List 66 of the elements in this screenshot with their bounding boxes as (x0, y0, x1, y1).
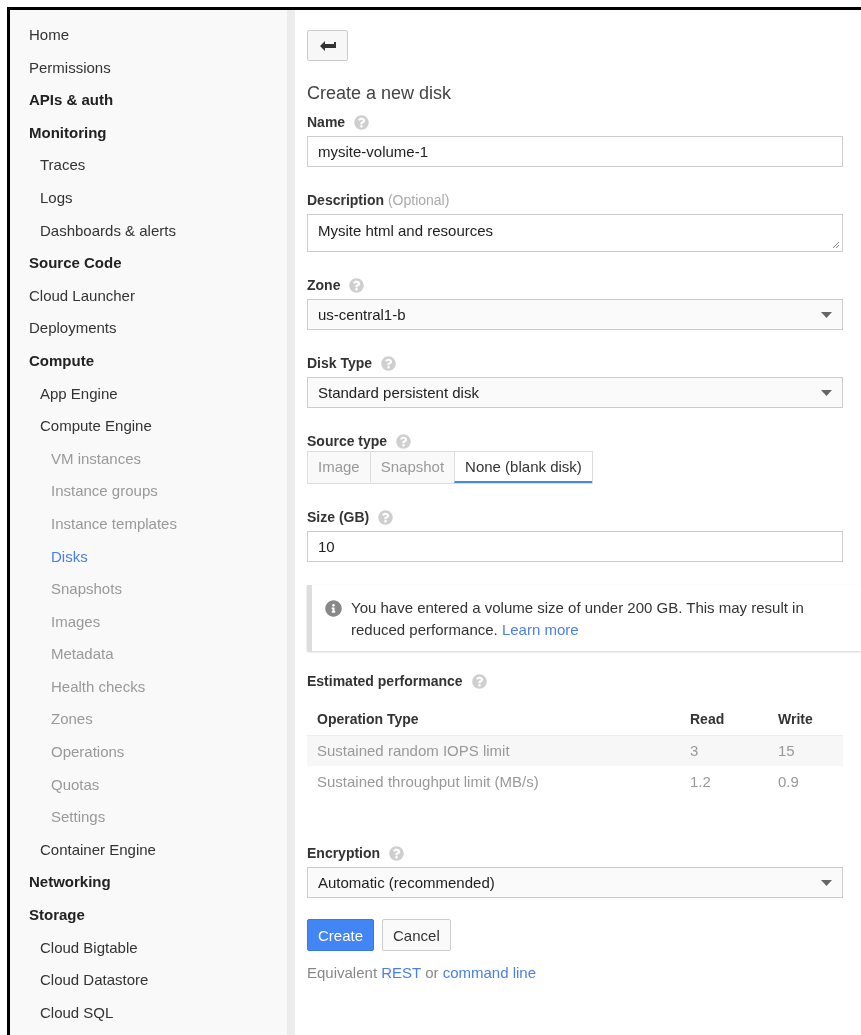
sidebar-item[interactable]: Cloud Bigtable (10, 935, 287, 969)
table-cell: 3 (680, 735, 768, 766)
sidebar-item[interactable]: Dashboards & alerts (10, 218, 287, 252)
field-label: Zone (307, 277, 341, 293)
sidebar-item[interactable]: Compute Engine (10, 414, 287, 447)
create-button[interactable]: Create (307, 919, 375, 951)
sidebar-item[interactable]: Compute (10, 348, 287, 382)
sidebar-item[interactable]: App Engine (10, 381, 287, 415)
table-cell: Sustained throughput limit (MB/s) (307, 766, 680, 797)
column-header: Operation Type (307, 703, 680, 735)
select-field[interactable]: us-central1-b (307, 299, 843, 330)
text-field[interactable]: 10 (307, 531, 843, 562)
sidebar-item[interactable]: Deployments (10, 316, 287, 349)
sidebar-item[interactable]: Source Code (10, 251, 287, 284)
field-label: Disk Type (307, 355, 373, 371)
info-icon (325, 600, 342, 617)
segment-tab[interactable]: None (blank disk) (454, 452, 592, 483)
sidebar-item[interactable]: Cloud Launcher (10, 283, 287, 317)
column-header: Read (680, 703, 768, 735)
dropdown-caret-icon (821, 879, 832, 886)
help-icon[interactable] (378, 509, 394, 525)
table-cell: 0.9 (768, 766, 843, 797)
help-icon[interactable] (389, 845, 405, 861)
sidebar-item[interactable]: Logs (10, 185, 287, 219)
select-field[interactable]: Standard persistent disk (307, 377, 843, 408)
sidebar-item[interactable]: Disks (10, 544, 287, 578)
help-icon[interactable] (381, 355, 397, 371)
dropdown-caret-icon (821, 389, 832, 396)
help-icon[interactable] (396, 433, 412, 449)
field-label: Source type (307, 433, 388, 449)
back-arrow-icon (318, 39, 337, 52)
cancel-button[interactable]: Cancel (382, 919, 451, 951)
help-icon[interactable] (349, 277, 365, 293)
text-field[interactable]: mysite-volume-1 (307, 136, 843, 167)
help-icon[interactable] (354, 114, 370, 130)
sidebar-item[interactable]: Container Engine (10, 837, 287, 871)
sidebar-item[interactable]: Home (10, 23, 287, 56)
field-label: Encryption (307, 845, 381, 861)
back-button[interactable] (307, 30, 348, 61)
footer-text: Equivalent REST or command line (307, 964, 537, 981)
field-label: Size (GB) (307, 509, 370, 525)
select-field[interactable]: Automatic (recommended) (307, 867, 843, 898)
sidebar-item[interactable]: Cloud SQL (10, 1000, 287, 1034)
resize-grip-icon[interactable] (831, 240, 840, 249)
sidebar-item[interactable]: APIs & auth (10, 88, 287, 121)
sidebar-item[interactable]: Monitoring (10, 120, 287, 154)
help-icon[interactable] (471, 673, 487, 689)
dropdown-caret-icon (821, 311, 832, 318)
table-cell: 15 (768, 735, 843, 766)
notice-text: You have entered a volume size of under 200 GB. This may result in reduced performance. Learn more (351, 598, 805, 640)
footer-link[interactable]: command line (442, 964, 537, 981)
table-cell: 1.2 (680, 766, 768, 797)
sidebar-item[interactable]: Cloud Datastore (10, 968, 287, 1001)
sidebar-item[interactable]: Storage (10, 903, 287, 936)
sidebar-item[interactable]: Networking (10, 870, 287, 904)
text-area[interactable]: Mysite html and resources (307, 214, 843, 252)
sidebar-item[interactable]: Traces (10, 153, 287, 186)
sidebar-item[interactable]: Permissions (10, 55, 287, 89)
footer-link[interactable]: REST (381, 964, 421, 981)
learn-more-link[interactable]: Learn more (501, 621, 579, 638)
page-title: Create a new disk (307, 83, 452, 104)
field-label: Name (307, 114, 346, 130)
table-cell: Sustained random IOPS limit (307, 735, 680, 766)
column-header: Write (768, 703, 843, 735)
field-label: Estimated performance (307, 673, 463, 689)
field-label: Description (Optional) (307, 192, 450, 208)
